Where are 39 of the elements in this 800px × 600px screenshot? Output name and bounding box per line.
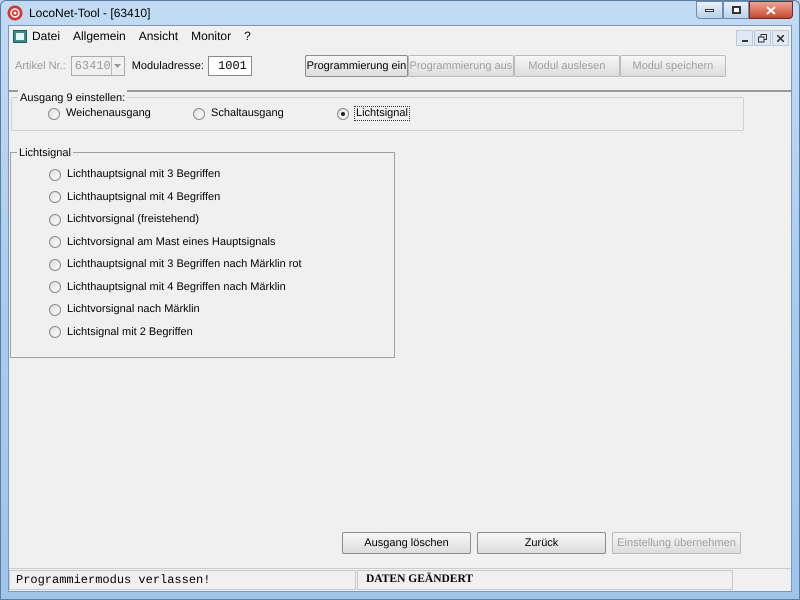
minimize-button[interactable] xyxy=(696,1,723,19)
status-text: Programmiermodus verlassen! xyxy=(16,572,210,589)
app-logo-icon xyxy=(7,5,23,21)
radio-option[interactable]: Schaltausgang xyxy=(193,107,337,120)
maximize-button[interactable] xyxy=(723,1,749,19)
radio-option[interactable]: Lichtvorsignal (freistehend) xyxy=(49,213,394,226)
restore-icon xyxy=(758,34,767,42)
menu-item[interactable]: Monitor xyxy=(191,27,232,45)
radio-option[interactable]: Lichthauptsignal mit 3 Begriffen xyxy=(49,168,394,181)
mdi-restore-button[interactable] xyxy=(754,30,771,46)
button[interactable]: Ausgang löschen xyxy=(342,532,471,554)
module-address-field[interactable]: 1001 xyxy=(208,56,252,76)
menu-item[interactable]: ? xyxy=(244,27,251,45)
status-text: DATEN GEÄNDERT xyxy=(366,572,474,588)
radio-option[interactable]: Lichthauptsignal mit 3 Begriffen nach Märklin rot xyxy=(49,258,394,271)
button[interactable]: Zurück xyxy=(477,532,606,554)
dropdown-arrow-icon xyxy=(114,64,122,68)
radio-option[interactable]: Lichthauptsignal mit 4 Begriffen nach Märklin xyxy=(49,280,394,294)
toolbar-button[interactable]: Programmierung ein xyxy=(304,55,408,77)
radio-option[interactable]: Lichthauptsignal mit 4 Begriffen xyxy=(49,190,394,204)
article-number-label: Artikel Nr.: xyxy=(15,58,66,74)
menu-item[interactable]: Allgemein xyxy=(73,27,126,45)
group-title: Lichtsignal xyxy=(17,145,73,162)
close-icon xyxy=(777,34,784,42)
radio-option[interactable]: Lichtvorsignal am Mast eines Hauptsignals xyxy=(49,236,394,248)
document-icon[interactable] xyxy=(13,30,27,42)
close-button[interactable] xyxy=(749,1,793,19)
module-address-label: Moduladresse: xyxy=(132,58,204,74)
radio-option[interactable]: Weichenausgang xyxy=(48,107,193,120)
radio-option[interactable]: Lichtsignal xyxy=(337,107,409,120)
mdi-minimize-button[interactable] xyxy=(736,30,753,46)
radio-option[interactable]: Lichtsignal mit 2 Begriffen xyxy=(49,326,394,338)
radio-option[interactable]: Lichtvorsignal nach Märklin xyxy=(49,303,394,316)
menu-item[interactable]: Datei xyxy=(32,27,60,45)
group-title: Ausgang 9 einstellen: xyxy=(18,90,128,106)
window-title: LocoNet-Tool - [63410] xyxy=(29,5,150,22)
menu-item[interactable]: Ansicht xyxy=(138,27,178,45)
mdi-close-button[interactable] xyxy=(772,30,789,46)
close-icon xyxy=(766,6,776,14)
